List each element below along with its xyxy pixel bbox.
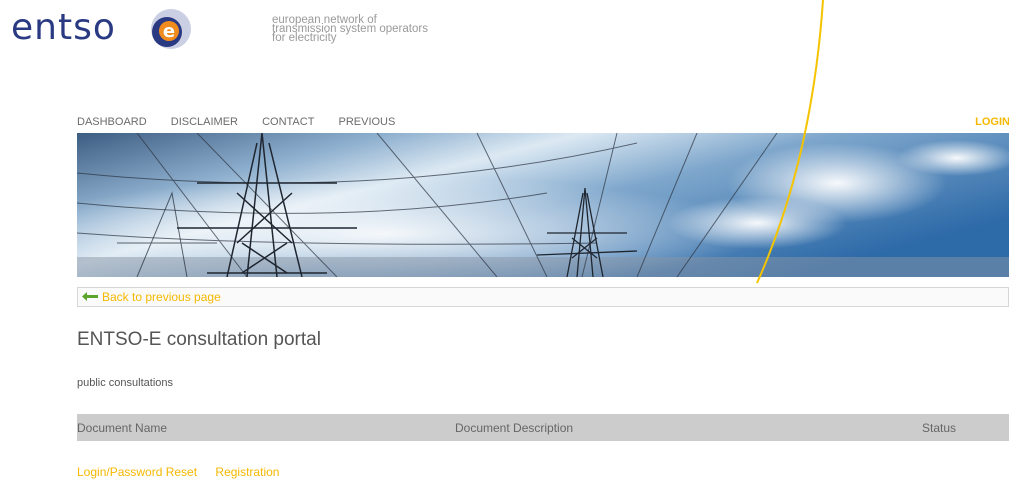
tagline-line: for electricity	[272, 32, 337, 44]
column-header-document-name[interactable]: Document Name	[77, 421, 167, 435]
nav-disclaimer[interactable]: DISCLAIMER	[171, 116, 238, 128]
banner-image	[77, 133, 1009, 277]
logo-e-letter: e	[163, 21, 175, 42]
login-password-reset-link[interactable]: Login/Password Reset	[77, 465, 197, 479]
nav-dashboard[interactable]: DASHBOARD	[77, 116, 147, 128]
logo-e-icon: e	[151, 9, 191, 49]
column-header-status[interactable]: Status	[922, 421, 956, 435]
tagline: european network of transmission system …	[272, 14, 428, 44]
page-title: ENTSO-E consultation portal	[77, 329, 321, 350]
back-bar: Back to previous page	[77, 287, 1009, 307]
power-lines-banner-image	[77, 133, 1009, 277]
table-header: Document Name Document Description Statu…	[77, 414, 1009, 441]
column-header-document-description[interactable]: Document Description	[455, 421, 573, 435]
logo-wordmark: entso	[11, 7, 116, 48]
nav-previous[interactable]: PREVIOUS	[338, 116, 395, 128]
registration-link[interactable]: Registration	[215, 465, 279, 479]
main-nav: DASHBOARD DISCLAIMER CONTACT PREVIOUS	[77, 116, 395, 130]
section-label: public consultations	[77, 377, 174, 389]
back-to-previous-link[interactable]: Back to previous page	[102, 290, 221, 304]
nav-contact[interactable]: CONTACT	[262, 116, 314, 128]
back-arrow-icon[interactable]	[82, 291, 98, 302]
footer-links: Login/Password Reset Registration	[77, 465, 294, 479]
login-link[interactable]: LOGIN	[975, 116, 1009, 128]
